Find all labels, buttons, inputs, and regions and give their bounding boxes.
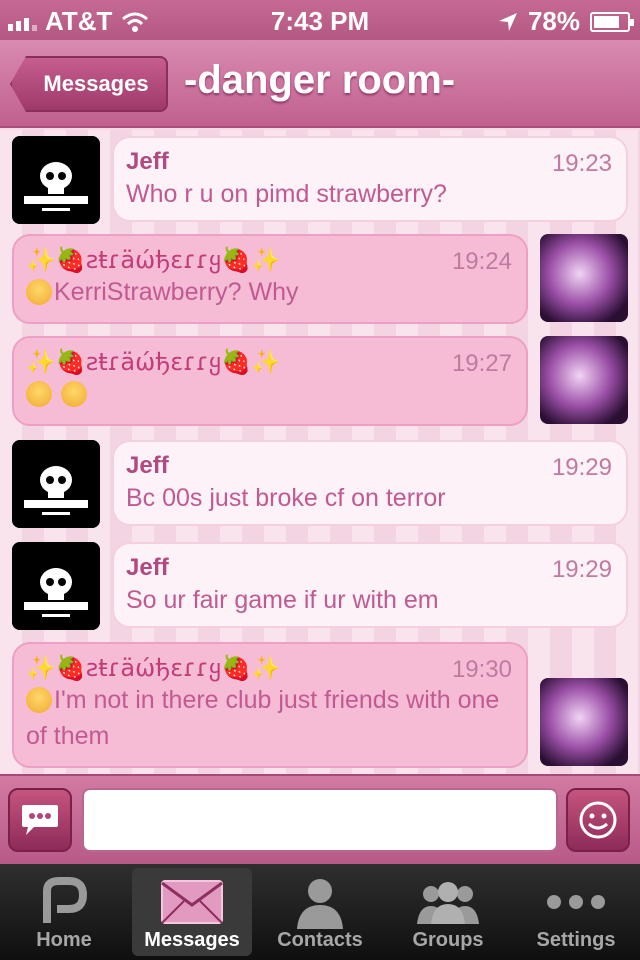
sender-name: ✨🍓ƨŧɾäώђɛɾɾყ🍓✨ — [26, 654, 281, 682]
tab-label: Contacts — [277, 929, 363, 951]
tab-home[interactable]: Home — [4, 868, 124, 956]
sender-name: ✨🍓ƨŧɾäώђɛɾɾყ🍓✨ — [26, 246, 281, 274]
tab-settings[interactable]: Settings — [516, 868, 636, 956]
person-icon — [297, 879, 343, 929]
status-bar: AT&T 7:43 PM 78% — [0, 0, 640, 40]
smiley-icon — [579, 801, 617, 839]
flushed-emoji-icon — [26, 279, 52, 305]
message-list[interactable]: Jeff 19:23 Who r u on pimd strawberry? ✨… — [0, 130, 640, 774]
battery-icon — [590, 11, 634, 32]
tab-label: Settings — [536, 929, 616, 951]
avatar[interactable] — [12, 440, 100, 528]
tab-label: Groups — [412, 929, 484, 951]
message-time: 19:24 — [451, 248, 512, 275]
tab-label: Messages — [144, 929, 240, 951]
tab-groups[interactable]: Groups — [388, 868, 508, 956]
sender-name: Jeff — [126, 148, 169, 175]
quick-message-button[interactable] — [8, 788, 72, 852]
message-text: KerriStrawberry? Why — [54, 278, 299, 306]
message-row: Jeff 19:23 Who r u on pimd strawberry? — [0, 134, 640, 230]
message-row: ✨🍓ƨŧɾäώђɛɾɾყ🍓✨ 19:24 KerriStrawberry? Wh… — [0, 232, 640, 328]
message-input[interactable] — [82, 788, 558, 852]
message-text: I'm not in there club just friends with … — [26, 686, 500, 750]
sender-name: Jeff — [126, 554, 169, 581]
skull-logo-icon — [12, 542, 100, 630]
emoji-button[interactable] — [566, 788, 630, 852]
message-row: ✨🍓ƨŧɾäώђɛɾɾყ🍓✨ 19:30 I'm not in there cl… — [0, 640, 640, 770]
message-row: Jeff 19:29 Bc 00s just broke cf on terro… — [0, 438, 640, 534]
avatar[interactable] — [12, 542, 100, 630]
battery-percent: 78% — [527, 6, 580, 36]
message-bubble[interactable]: ✨🍓ƨŧɾäώђɛɾɾყ🍓✨ 19:30 I'm not in there cl… — [12, 642, 528, 768]
message-bubble[interactable]: Jeff 19:29 So ur fair game if ur with em — [112, 542, 628, 628]
tab-label: Home — [36, 929, 92, 951]
flushed-emoji-icon — [26, 687, 52, 713]
message-time: 19:29 — [551, 454, 612, 481]
message-time: 19:23 — [551, 150, 612, 177]
message-row: Jeff 19:29 So ur fair game if ur with em — [0, 540, 640, 636]
conversation-title: -danger room- — [184, 58, 456, 102]
tab-contacts[interactable]: Contacts — [260, 868, 380, 956]
sender-name: ✨🍓ƨŧɾäώђɛɾɾყ🍓✨ — [26, 348, 281, 376]
avatar[interactable] — [540, 234, 628, 322]
message-bubble[interactable]: Jeff 19:29 Bc 00s just broke cf on terro… — [112, 440, 628, 526]
compose-bar — [0, 774, 640, 864]
more-dots-icon — [547, 895, 605, 909]
tab-bar: Home Messages Contacts Groups Settings — [0, 864, 640, 960]
skull-logo-icon — [12, 440, 100, 528]
back-button[interactable]: Messages — [10, 56, 168, 112]
message-time: 19:27 — [451, 350, 512, 377]
message-bubble[interactable]: ✨🍓ƨŧɾäώђɛɾɾყ🍓✨ 19:24 KerriStrawberry? Wh… — [12, 234, 528, 324]
tab-messages[interactable]: Messages — [132, 868, 252, 956]
battery-fill — [594, 15, 619, 28]
location-arrow-icon — [498, 12, 517, 31]
message-text: Who r u on pimd strawberry? — [126, 180, 447, 208]
nav-bar: Messages -danger room- — [0, 40, 640, 128]
chat-bubble-icon — [22, 805, 58, 835]
flushed-emoji-icon — [26, 381, 52, 407]
message-bubble[interactable]: ✨🍓ƨŧɾäώђɛɾɾყ🍓✨ 19:27 — [12, 336, 528, 426]
message-bubble[interactable]: Jeff 19:23 Who r u on pimd strawberry? — [112, 136, 628, 222]
envelope-icon — [161, 880, 223, 924]
skull-logo-icon — [12, 136, 100, 224]
avatar[interactable] — [12, 136, 100, 224]
message-text: Bc 00s just broke cf on terror — [126, 484, 446, 512]
sender-name: Jeff — [126, 452, 169, 479]
message-row: ✨🍓ƨŧɾäώђɛɾɾყ🍓✨ 19:27 — [0, 334, 640, 430]
group-icon — [417, 882, 479, 924]
flushed-emoji-icon — [60, 381, 87, 407]
message-time: 19:30 — [451, 656, 512, 683]
message-text: So ur fair game if ur with em — [126, 586, 439, 614]
message-time: 19:29 — [551, 556, 612, 583]
home-p-icon — [43, 877, 88, 923]
avatar[interactable] — [540, 336, 628, 424]
avatar[interactable] — [540, 678, 628, 766]
status-right: 78% — [498, 6, 634, 37]
